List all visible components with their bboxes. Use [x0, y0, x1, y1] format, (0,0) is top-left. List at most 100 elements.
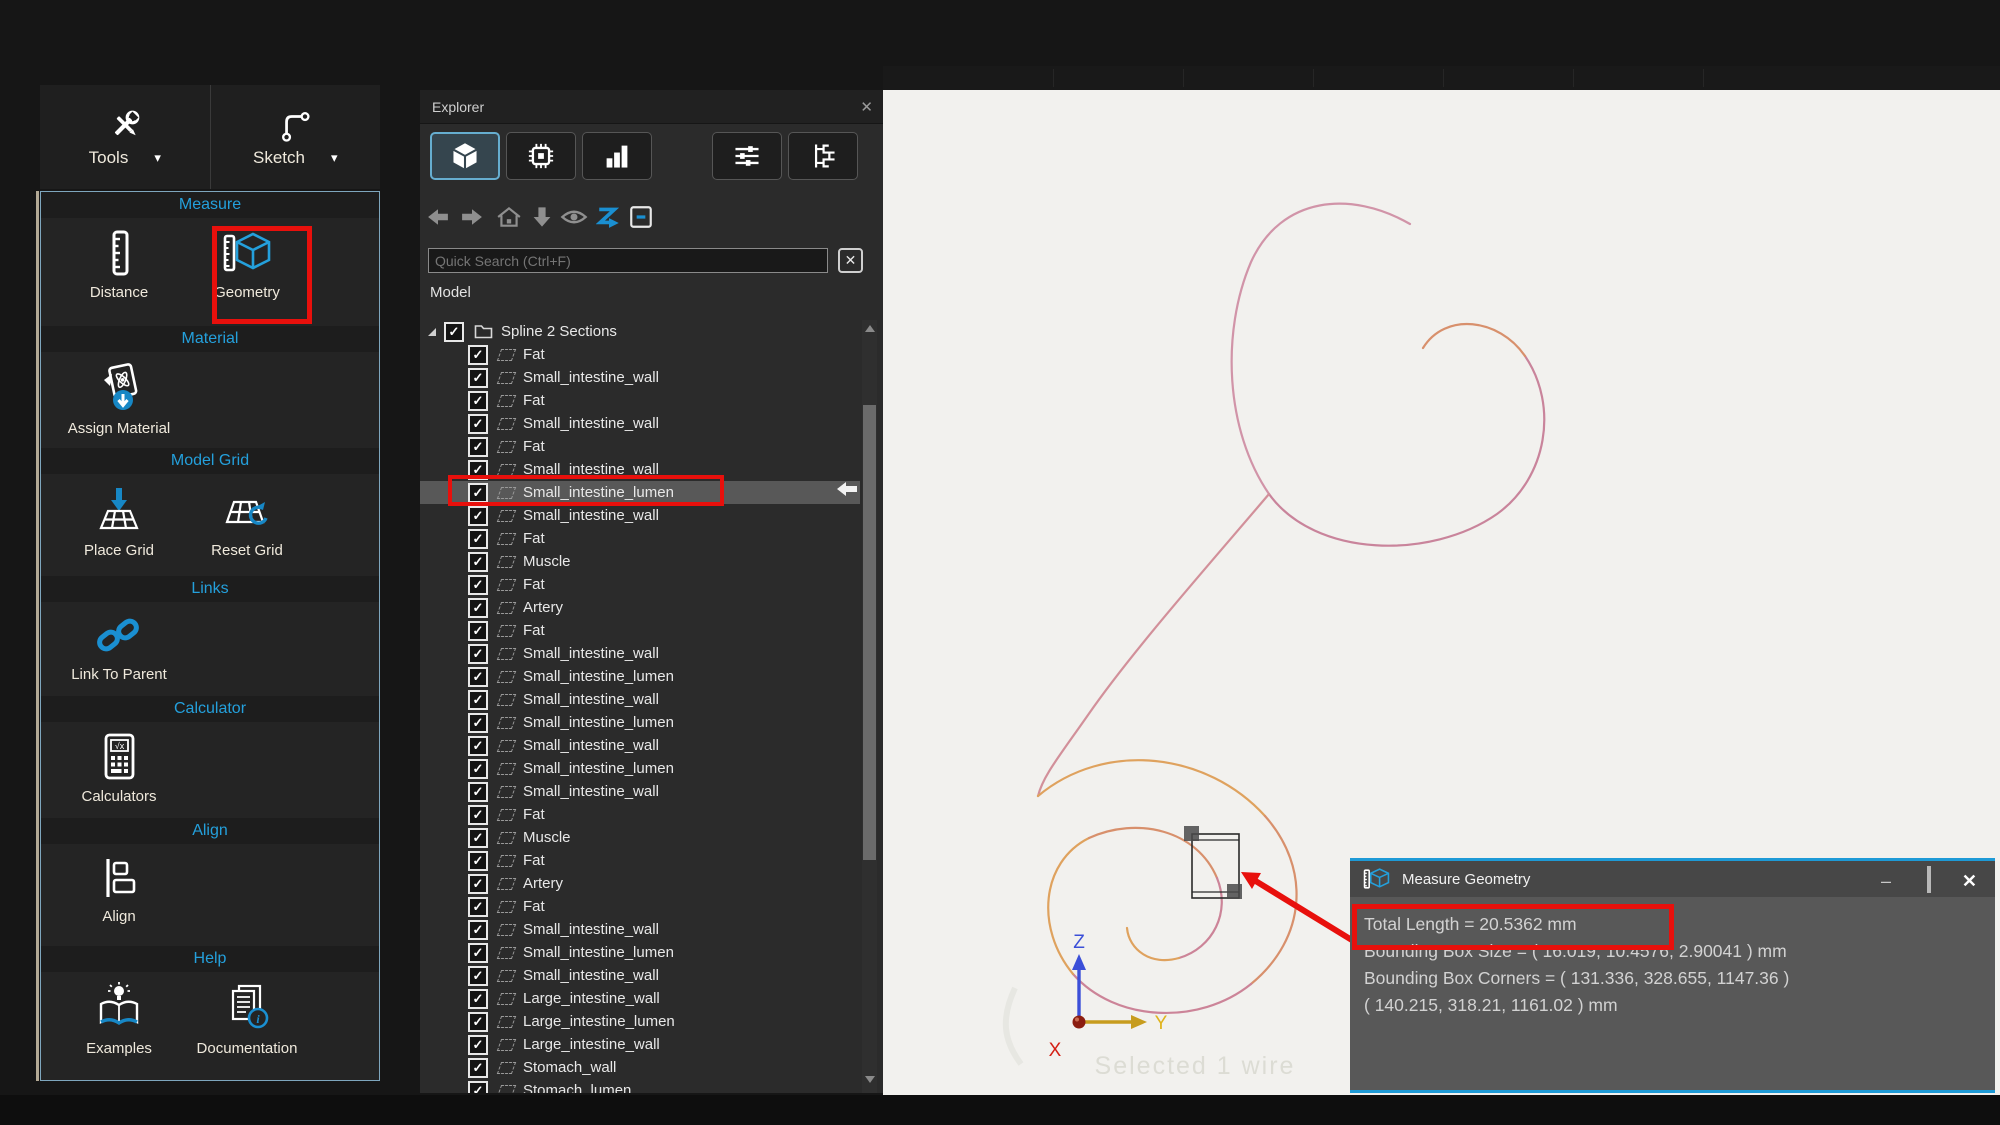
- dialog-titlebar[interactable]: Measure Geometry – ✕: [1350, 861, 1995, 897]
- scrollbar-thumb[interactable]: [863, 405, 876, 860]
- checkbox[interactable]: ✓: [468, 414, 488, 434]
- tree-item-row[interactable]: ✓ Small_intestine_wall: [420, 504, 860, 527]
- place-grid-button[interactable]: Place Grid: [55, 474, 183, 559]
- checkbox[interactable]: ✓: [468, 598, 488, 618]
- checkbox[interactable]: ✓: [468, 644, 488, 664]
- expander-icon[interactable]: [428, 328, 436, 336]
- tree-item-row[interactable]: ✓ Fat: [420, 389, 860, 412]
- maximize-button[interactable]: [1927, 871, 1931, 891]
- sketch-dropdown-icon[interactable]: ▾: [331, 150, 338, 166]
- checkbox[interactable]: ✓: [468, 391, 488, 411]
- align-button[interactable]: Align: [55, 844, 183, 925]
- sketch-menu-button[interactable]: Sketch▾: [210, 85, 381, 189]
- tools-dropdown-icon[interactable]: ▾: [154, 150, 161, 166]
- tools-menu-button[interactable]: Tools▾: [40, 85, 210, 189]
- tree-item-row[interactable]: ✓ Small_intestine_lumen: [420, 757, 860, 780]
- scrollbar-down-icon[interactable]: [865, 1076, 875, 1083]
- hierarchy-view-button[interactable]: [788, 132, 858, 180]
- checkbox[interactable]: ✓: [468, 368, 488, 388]
- checkbox[interactable]: ✓: [468, 483, 488, 503]
- tree-item-row[interactable]: ✓ Stomach_wall: [420, 1056, 860, 1079]
- examples-button[interactable]: Examples: [55, 972, 183, 1057]
- tree-item-row[interactable]: ✓ Small_intestine_wall: [420, 688, 860, 711]
- checkbox[interactable]: ✓: [468, 1012, 488, 1032]
- forward-icon[interactable]: [458, 204, 486, 230]
- scrollbar-up-icon[interactable]: [865, 325, 875, 332]
- properties-view-button[interactable]: [712, 132, 782, 180]
- home-icon[interactable]: [496, 204, 522, 230]
- checkbox[interactable]: ✓: [468, 345, 488, 365]
- down-arrow-icon[interactable]: [532, 204, 552, 230]
- simulation-view-button[interactable]: [506, 132, 576, 180]
- tree-item-row[interactable]: ✓ Small_intestine_wall: [420, 366, 860, 389]
- tree-item-row[interactable]: ✓ Small_intestine_wall: [420, 734, 860, 757]
- tree-item-row[interactable]: ✓ Muscle: [420, 826, 860, 849]
- tree-item-row[interactable]: ✓ Small_intestine_wall: [420, 458, 860, 481]
- tree-item-row[interactable]: ✓ Fat: [420, 895, 860, 918]
- close-button[interactable]: ✕: [1962, 871, 1977, 891]
- checkbox[interactable]: ✓: [468, 460, 488, 480]
- tree-item-row[interactable]: ✓ Fat: [420, 803, 860, 826]
- tree-item-row[interactable]: ✓ Small_intestine_lumen: [420, 665, 860, 688]
- checkbox[interactable]: ✓: [468, 621, 488, 641]
- tree-scrollbar[interactable]: [862, 320, 877, 1093]
- tree-item-row[interactable]: ✓ Muscle: [420, 550, 860, 573]
- tree-item-row[interactable]: ✓ Large_intestine_wall: [420, 987, 860, 1010]
- tree-item-row[interactable]: ✓ Small_intestine_lumen: [420, 481, 860, 504]
- tree-item-row[interactable]: ✓ Artery: [420, 872, 860, 895]
- checkbox[interactable]: ✓: [444, 322, 464, 342]
- tree-item-row[interactable]: ✓ Small_intestine_wall: [420, 780, 860, 803]
- calculators-button[interactable]: √x Calculators: [55, 722, 183, 805]
- minimize-button[interactable]: –: [1881, 871, 1891, 891]
- tree-item-row[interactable]: ✓ Fat: [420, 343, 860, 366]
- checkbox[interactable]: ✓: [468, 782, 488, 802]
- explorer-close-icon[interactable]: ✕: [860, 98, 873, 116]
- reset-grid-button[interactable]: Reset Grid: [183, 474, 311, 559]
- selection-handle[interactable]: [1227, 884, 1242, 899]
- geometry-button[interactable]: Geometry: [183, 218, 311, 301]
- tree-item-row[interactable]: ✓ Artery: [420, 596, 860, 619]
- checkbox[interactable]: ✓: [468, 966, 488, 986]
- tree-item-row[interactable]: ✓ Small_intestine_wall: [420, 964, 860, 987]
- search-clear-button[interactable]: ✕: [838, 248, 863, 273]
- tree-item-row[interactable]: ✓ Fat: [420, 573, 860, 596]
- checkbox[interactable]: ✓: [468, 851, 488, 871]
- checkbox[interactable]: ✓: [468, 1035, 488, 1055]
- search-input[interactable]: [428, 248, 828, 273]
- checkbox[interactable]: ✓: [468, 437, 488, 457]
- tree-item-row[interactable]: ✓ Small_intestine_lumen: [420, 941, 860, 964]
- checkbox[interactable]: ✓: [468, 759, 488, 779]
- tree-parent-row[interactable]: ✓ Spline 2 Sections: [420, 320, 860, 343]
- assign-material-button[interactable]: Assign Material: [55, 352, 183, 437]
- checkbox[interactable]: ✓: [468, 874, 488, 894]
- checkbox[interactable]: ✓: [468, 506, 488, 526]
- tree-item-row[interactable]: ✓ Small_intestine_wall: [420, 642, 860, 665]
- checkbox[interactable]: ✓: [468, 989, 488, 1009]
- checkbox[interactable]: ✓: [468, 552, 488, 572]
- distance-button[interactable]: Distance: [55, 218, 183, 301]
- checkbox[interactable]: ✓: [468, 897, 488, 917]
- link-to-parent-button[interactable]: Link To Parent: [55, 602, 183, 683]
- checkbox[interactable]: ✓: [468, 736, 488, 756]
- tree-item-row[interactable]: ✓ Fat: [420, 619, 860, 642]
- checkbox[interactable]: ✓: [468, 1081, 488, 1094]
- tree-item-row[interactable]: ✓ Small_intestine_lumen: [420, 711, 860, 734]
- checkbox[interactable]: ✓: [468, 713, 488, 733]
- model-view-button[interactable]: [430, 132, 500, 180]
- checkbox[interactable]: ✓: [468, 943, 488, 963]
- collapse-all-icon[interactable]: [628, 204, 654, 230]
- checkbox[interactable]: ✓: [468, 529, 488, 549]
- tree-item-row[interactable]: ✓ Small_intestine_wall: [420, 918, 860, 941]
- checkbox[interactable]: ✓: [468, 690, 488, 710]
- checkbox[interactable]: ✓: [468, 828, 488, 848]
- tree-item-row[interactable]: ✓ Fat: [420, 849, 860, 872]
- visibility-eye-icon[interactable]: [560, 204, 588, 230]
- selection-box[interactable]: [1184, 826, 1242, 899]
- checkbox[interactable]: ✓: [468, 805, 488, 825]
- documentation-button[interactable]: i Documentation: [183, 972, 311, 1057]
- tree-item-row[interactable]: ✓ Fat: [420, 527, 860, 550]
- selection-handle[interactable]: [1184, 826, 1199, 841]
- checkbox[interactable]: ✓: [468, 1058, 488, 1078]
- tree-item-row[interactable]: ✓ Small_intestine_wall: [420, 412, 860, 435]
- tree-item-row-partial[interactable]: ✓ Stomach_lumen: [420, 1079, 860, 1093]
